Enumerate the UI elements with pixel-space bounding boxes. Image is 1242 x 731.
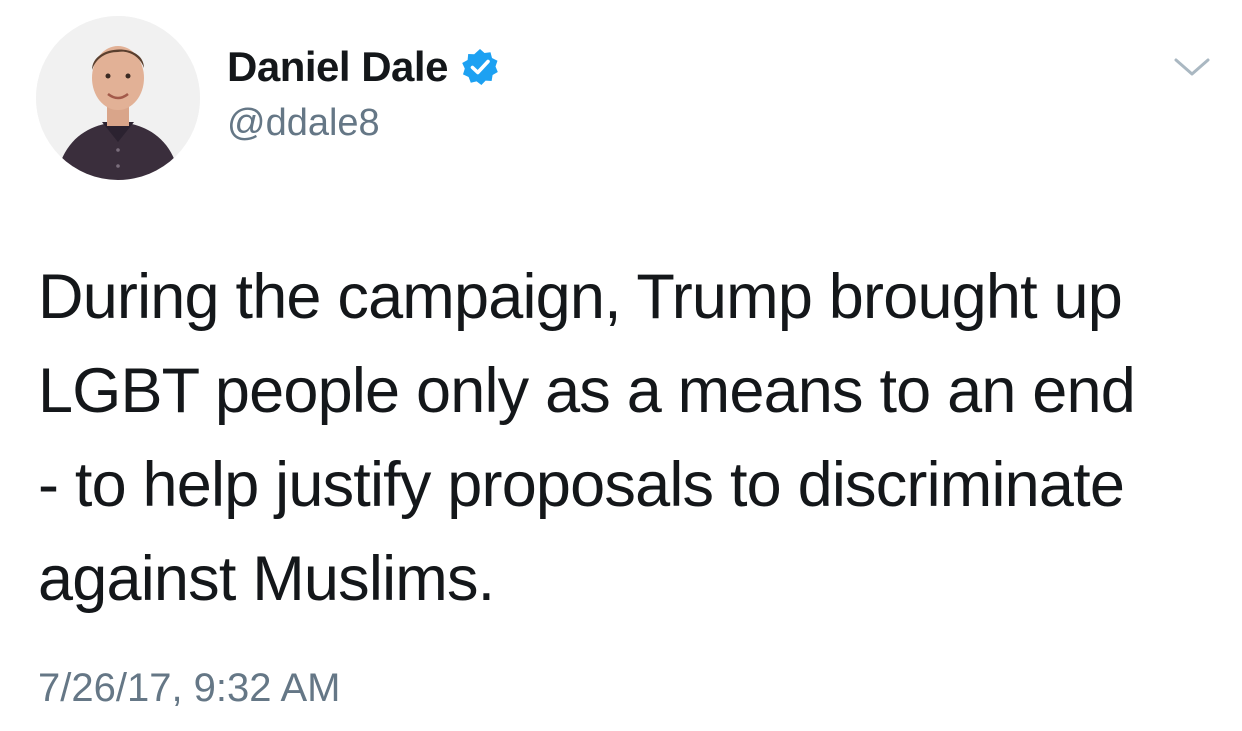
tweet-card: Daniel Dale @ddale8 During the campaign,…: [0, 0, 1242, 731]
name-row: Daniel Dale: [227, 40, 500, 94]
avatar-image: [36, 16, 200, 180]
tweet-text: During the campaign, Trump brought up LG…: [38, 262, 1136, 614]
verified-badge-icon: [460, 47, 500, 87]
avatar[interactable]: [36, 16, 200, 180]
display-name[interactable]: Daniel Dale: [227, 43, 448, 91]
user-handle[interactable]: @ddale8: [227, 102, 500, 145]
user-info: Daniel Dale @ddale8: [227, 40, 500, 145]
chevron-down-icon[interactable]: [1172, 52, 1212, 82]
tweet-timestamp[interactable]: 7/26/17, 9:32 AM: [38, 666, 340, 711]
